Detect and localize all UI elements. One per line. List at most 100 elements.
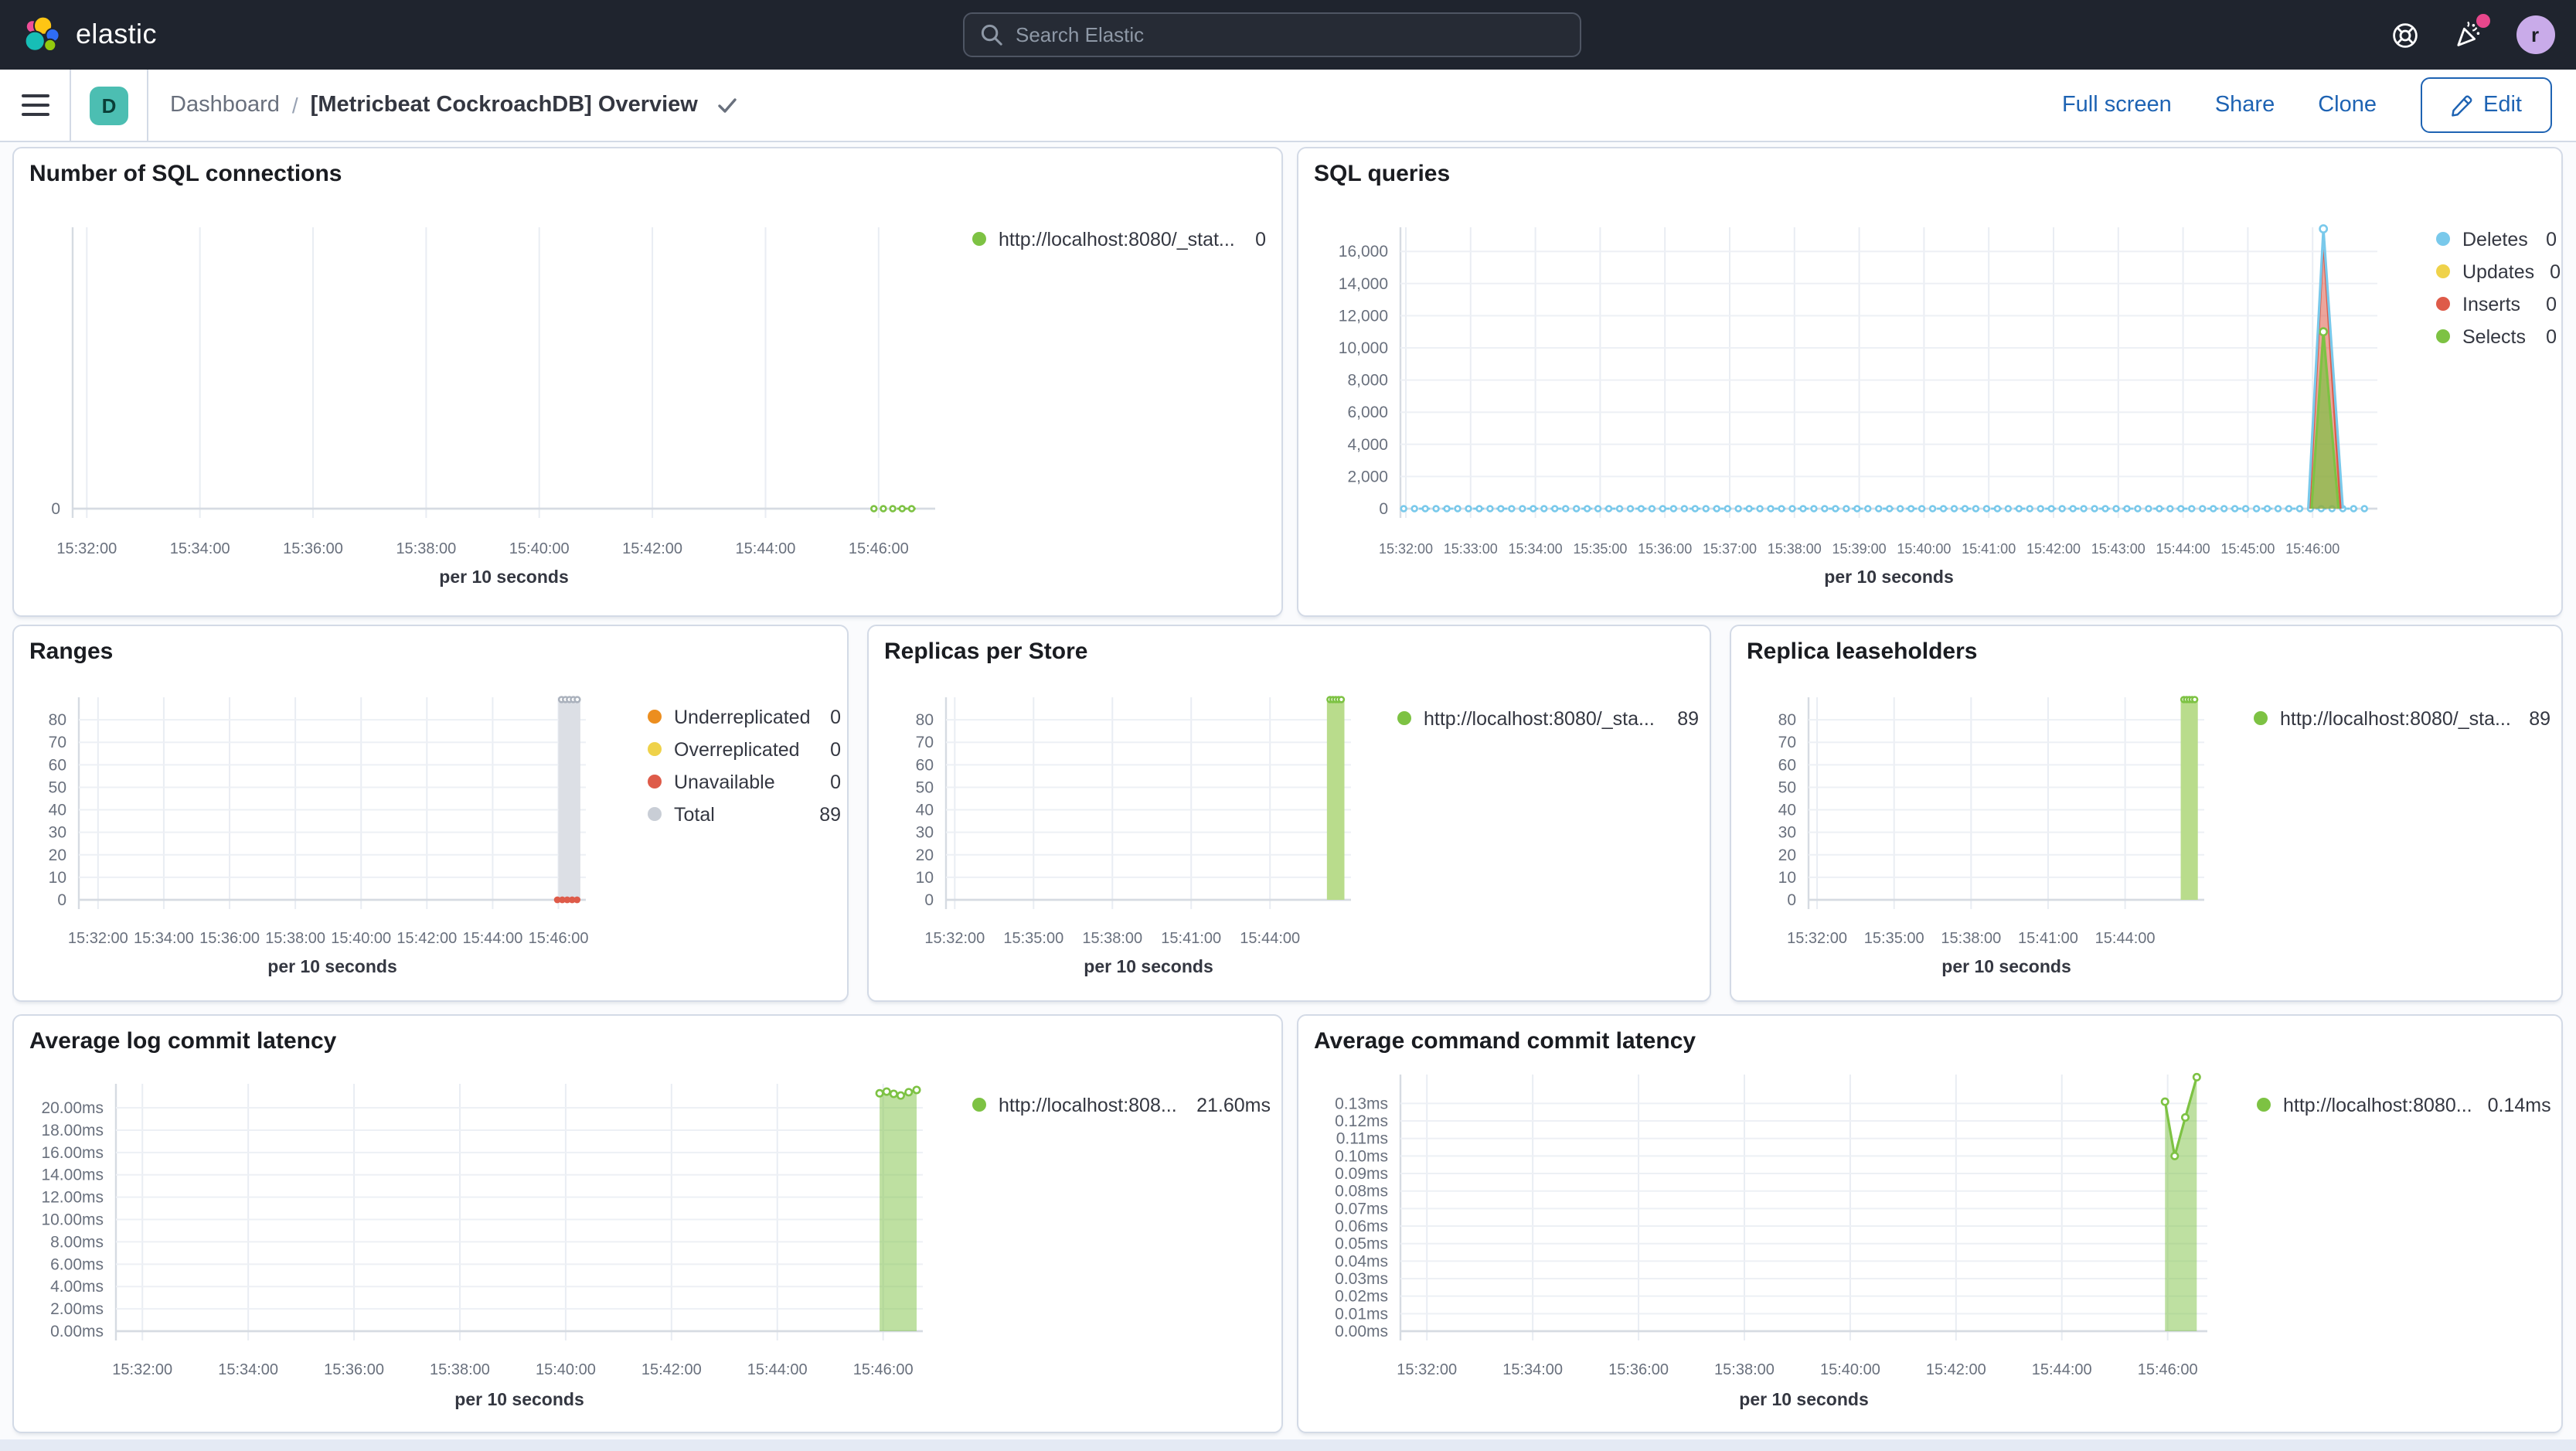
svg-text:15:44:00: 15:44:00 <box>736 540 796 557</box>
svg-text:15:46:00: 15:46:00 <box>849 540 909 557</box>
help-icon[interactable] <box>2391 21 2418 49</box>
svg-text:15:35:00: 15:35:00 <box>1573 541 1627 557</box>
svg-text:15:38:00: 15:38:00 <box>396 540 456 557</box>
svg-text:30: 30 <box>916 824 934 842</box>
svg-text:40: 40 <box>1778 802 1796 819</box>
svg-text:20.00ms: 20.00ms <box>41 1099 104 1117</box>
svg-text:15:46:00: 15:46:00 <box>529 930 589 947</box>
svg-text:15:34:00: 15:34:00 <box>170 540 230 557</box>
svg-text:2.00ms: 2.00ms <box>50 1300 104 1318</box>
svg-text:15:41:00: 15:41:00 <box>1161 930 1221 947</box>
svg-text:15:36:00: 15:36:00 <box>283 540 343 557</box>
svg-text:15:32:00: 15:32:00 <box>112 1361 172 1378</box>
sql-connections-chart: 15:32:00 15:34:00 15:36:00 15:38:00 15:40:00… <box>51 227 935 587</box>
newsfeed-icon[interactable] <box>2452 14 2489 49</box>
svg-text:80: 80 <box>1778 711 1796 729</box>
saved-check-icon[interactable] <box>718 97 738 114</box>
user-avatar[interactable]: r <box>2516 15 2554 54</box>
svg-text:10,000: 10,000 <box>1339 339 1388 357</box>
svg-text:15:32:00: 15:32:00 <box>1397 1361 1457 1378</box>
svg-text:15:33:00: 15:33:00 <box>1444 541 1498 557</box>
svg-text:10: 10 <box>1778 869 1796 887</box>
svg-text:15:42:00: 15:42:00 <box>1926 1361 1986 1378</box>
brand-name: elastic <box>76 19 157 49</box>
svg-text:15:44:00: 15:44:00 <box>747 1361 808 1378</box>
dashboard-grid: Number of SQL connections http://localho… <box>0 142 2576 1451</box>
svg-text:6.00ms: 6.00ms <box>50 1255 104 1273</box>
svg-text:0.04ms: 0.04ms <box>1335 1252 1388 1270</box>
svg-text:15:41:00: 15:41:00 <box>1962 541 2016 557</box>
svg-text:18.00ms: 18.00ms <box>41 1122 104 1139</box>
svg-text:15:42:00: 15:42:00 <box>622 540 682 557</box>
svg-text:15:38:00: 15:38:00 <box>430 1361 490 1378</box>
log-commit-latency-chart: 15:32:00 15:34:00 15:36:00 15:38:00 15:40:00… <box>41 1084 923 1409</box>
panel-replica-leaseholders: Replica leaseholders http://localhost:80… <box>1730 625 2563 1002</box>
svg-text:50: 50 <box>916 778 934 796</box>
svg-text:12,000: 12,000 <box>1339 307 1388 325</box>
svg-text:per 10 seconds: per 10 seconds <box>439 567 568 587</box>
breadcrumb-separator: / <box>291 93 298 118</box>
svg-text:0.00ms: 0.00ms <box>50 1323 104 1340</box>
svg-text:80: 80 <box>916 711 934 729</box>
svg-text:15:32:00: 15:32:00 <box>68 930 128 947</box>
svg-text:15:40:00: 15:40:00 <box>509 540 570 557</box>
svg-text:70: 70 <box>1778 734 1796 751</box>
svg-text:40: 40 <box>49 802 66 819</box>
svg-text:80: 80 <box>49 711 66 729</box>
svg-text:15:35:00: 15:35:00 <box>1864 930 1924 947</box>
svg-text:0.12ms: 0.12ms <box>1335 1112 1388 1130</box>
svg-text:15:43:00: 15:43:00 <box>2091 541 2146 557</box>
svg-text:10: 10 <box>49 869 66 887</box>
svg-text:15:42:00: 15:42:00 <box>641 1361 702 1378</box>
full-screen-button[interactable]: Full screen <box>2062 93 2172 118</box>
svg-text:0: 0 <box>1379 500 1388 518</box>
svg-text:4,000: 4,000 <box>1347 436 1388 454</box>
panel-average-log-commit-latency: Average log commit latency http://localh… <box>12 1014 1283 1433</box>
svg-text:15:38:00: 15:38:00 <box>1768 541 1822 557</box>
svg-text:per 10 seconds: per 10 seconds <box>1941 956 2071 976</box>
svg-text:15:40:00: 15:40:00 <box>536 1361 596 1378</box>
svg-text:0.00ms: 0.00ms <box>1335 1323 1388 1340</box>
svg-text:15:41:00: 15:41:00 <box>2018 930 2078 947</box>
svg-text:15:36:00: 15:36:00 <box>1608 1361 1669 1378</box>
svg-text:60: 60 <box>916 756 934 774</box>
sql-queries-chart: 15:32:00 15:33:00 15:34:00 15:35:00 15:36:00… <box>1339 224 2377 587</box>
svg-text:12.00ms: 12.00ms <box>41 1189 104 1207</box>
space-initial: D <box>101 94 117 117</box>
panel-average-command-commit-latency: Average command commit latency http://lo… <box>1297 1014 2563 1433</box>
svg-text:15:32:00: 15:32:00 <box>924 930 985 947</box>
share-button[interactable]: Share <box>2215 93 2275 118</box>
space-badge[interactable]: D <box>90 86 128 124</box>
svg-text:8,000: 8,000 <box>1347 372 1388 390</box>
svg-text:0.05ms: 0.05ms <box>1335 1235 1388 1253</box>
edit-button[interactable]: Edit <box>2420 77 2551 133</box>
panel-sql-queries: SQL queries Deletes 0 Updates 0 Inserts 0 Sele… <box>1297 147 2563 617</box>
replicas-per-store-chart: 15:32:00 15:35:00 15:38:00 15:41:00 15:44:00… <box>916 696 1351 976</box>
breadcrumb-dashboard[interactable]: Dashboard <box>170 93 280 118</box>
search-input[interactable] <box>1016 23 1564 46</box>
svg-text:50: 50 <box>1778 778 1796 796</box>
clone-button[interactable]: Clone <box>2318 93 2377 118</box>
svg-text:0.07ms: 0.07ms <box>1335 1200 1388 1218</box>
svg-text:15:36:00: 15:36:00 <box>324 1361 384 1378</box>
global-search[interactable] <box>963 12 1581 57</box>
svg-text:4.00ms: 4.00ms <box>50 1278 104 1296</box>
svg-text:15:37:00: 15:37:00 <box>1703 541 1757 557</box>
svg-text:15:35:00: 15:35:00 <box>1003 930 1063 947</box>
elastic-logo-icon <box>24 15 60 52</box>
menu-icon[interactable] <box>22 94 49 116</box>
svg-text:15:38:00: 15:38:00 <box>1082 930 1142 947</box>
svg-text:15:34:00: 15:34:00 <box>134 930 194 947</box>
svg-text:15:32:00: 15:32:00 <box>1379 541 1433 557</box>
svg-text:50: 50 <box>49 778 66 796</box>
svg-text:per 10 seconds: per 10 seconds <box>1084 956 1213 976</box>
page-title: [Metricbeat CockroachDB] Overview <box>310 93 698 118</box>
bottom-strip <box>0 1439 2576 1451</box>
svg-text:0.03ms: 0.03ms <box>1335 1270 1388 1288</box>
svg-text:per 10 seconds: per 10 seconds <box>454 1389 584 1409</box>
svg-text:per 10 seconds: per 10 seconds <box>1824 567 1953 587</box>
elastic-home-link[interactable]: elastic <box>22 15 157 55</box>
svg-text:15:38:00: 15:38:00 <box>1714 1361 1775 1378</box>
svg-text:14.00ms: 14.00ms <box>41 1167 104 1184</box>
svg-text:15:36:00: 15:36:00 <box>199 930 260 947</box>
